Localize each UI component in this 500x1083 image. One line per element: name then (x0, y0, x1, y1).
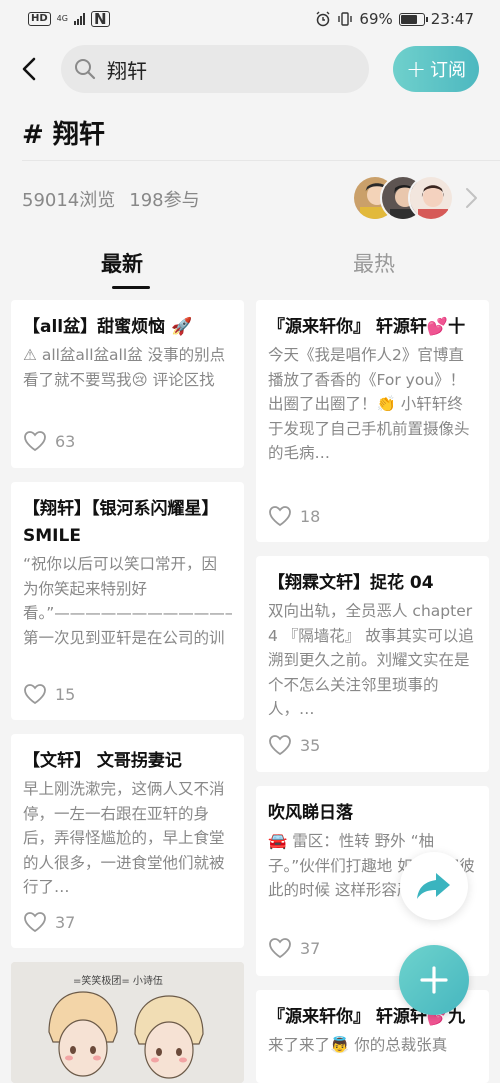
post-excerpt: 今天《我是唱作人2》官博直播放了香香的《For you》！出圈了出圈了！👏 小轩… (268, 346, 470, 462)
post-image-card[interactable]: =笑笑极团= 小诗伍 (11, 962, 244, 1083)
post-title: 【文轩】 文哥拐妻记 (23, 751, 182, 771)
post-card[interactable]: 『源来轩你』 轩源轩💕十 今天《我是唱作人2》官博直播放了香香的《For you… (256, 300, 489, 542)
heart-icon (24, 684, 46, 705)
tab-latest[interactable]: 最新 (101, 248, 143, 278)
topic-stats: 59014浏览 198参与 (22, 186, 200, 212)
like-count: 18 (300, 506, 321, 526)
chevron-right-icon[interactable] (462, 186, 480, 210)
post-excerpt: ⚠ all盆all盆all盆 没事的别点 看了就不要骂我😢 评论区找 (23, 346, 226, 389)
post-title: 【翔轩】【银河系闪耀星】SMILE (23, 499, 219, 546)
post-excerpt: 早上刚洗漱完，这俩人又不消停，一左一右跟在亚轩的身后，弄得怪尴尬的，早上食堂的人… (23, 780, 225, 896)
illustration-image: =笑笑极团= 小诗伍 (11, 962, 244, 1083)
illustration-caption: =笑笑极团= 小诗伍 (73, 974, 163, 987)
like-count: 15 (55, 684, 76, 704)
subscribe-button[interactable]: + 订阅 (393, 46, 479, 92)
like-count: 63 (55, 431, 76, 451)
post-excerpt: 双向出轨，全员恶人 chapter 4 『隔墙花』 故事其实可以追溯到更久之前。… (268, 602, 474, 718)
views-count: 59014浏览 (22, 190, 116, 211)
share-arrow-icon (417, 873, 450, 899)
plus-icon (420, 966, 448, 994)
top-bar: 翔轩 + 订阅 (0, 38, 500, 100)
signal-icon (73, 13, 85, 25)
search-icon (75, 59, 96, 80)
post-title: 『源来轩你』 轩源轩💕十 (268, 317, 466, 337)
network-type: 4G (56, 14, 68, 23)
heart-icon (269, 938, 291, 959)
post-card[interactable]: 【翔霖文轩】捉花 04 双向出轨，全员恶人 chapter 4 『隔墙花』 故事… (256, 556, 489, 772)
status-bar: HD 4G N 69% 23:47 (0, 0, 500, 38)
vibrate-icon (338, 12, 353, 26)
status-left: HD 4G N (28, 11, 110, 27)
hd-badge: HD (28, 12, 51, 26)
nfc-icon: N (90, 11, 110, 27)
like-button[interactable]: 15 (23, 683, 75, 705)
divider (22, 160, 500, 161)
post-title: 吹风睇日落 (268, 803, 353, 823)
heart-icon (24, 912, 46, 933)
search-box[interactable]: 翔轩 (61, 45, 369, 93)
plus-icon: + (405, 55, 427, 83)
like-button[interactable]: 35 (268, 734, 320, 756)
tab-bar: 最新 最热 (0, 242, 500, 292)
back-button[interactable] (16, 54, 44, 84)
post-title: 【翔霖文轩】捉花 04 (268, 573, 434, 593)
post-card[interactable]: 【翔轩】【银河系闪耀星】SMILE “祝你以后可以笑口常开，因为你笑起来特别好看… (11, 482, 244, 720)
avatar (408, 175, 454, 221)
subscribe-label: 订阅 (430, 60, 467, 81)
heart-icon (24, 431, 46, 452)
topic-title: # 翔轩 (22, 120, 105, 150)
like-button[interactable]: 18 (268, 505, 320, 527)
active-tab-indicator (112, 286, 150, 289)
participants-count: 198参与 (129, 190, 200, 211)
post-card[interactable]: 【all盆】甜蜜烦恼 🚀 ⚠ all盆all盆all盆 没事的别点 看了就不要骂… (11, 300, 244, 468)
post-card[interactable]: 【文轩】 文哥拐妻记 早上刚洗漱完，这俩人又不消停，一左一右跟在亚轩的身后，弄得… (11, 734, 244, 948)
like-count: 37 (300, 938, 321, 958)
network-indicator: 4G (57, 15, 68, 23)
participant-avatars[interactable] (352, 175, 454, 221)
heart-icon (269, 506, 291, 527)
post-excerpt: 来了来了👼 你的总裁张真 (268, 1036, 448, 1054)
like-button[interactable]: 63 (23, 430, 75, 452)
battery-percent: 69% (359, 10, 393, 28)
like-button[interactable]: 37 (23, 911, 75, 933)
search-query: 翔轩 (107, 58, 147, 83)
post-excerpt: “祝你以后可以笑口常开，因为你笑起来特别好看。”————————————————… (23, 555, 232, 647)
share-button[interactable] (400, 852, 468, 920)
tab-hot[interactable]: 最热 (353, 248, 395, 278)
clock: 23:47 (430, 10, 474, 28)
like-button[interactable]: 37 (268, 937, 320, 959)
create-post-button[interactable] (399, 945, 469, 1015)
status-right: 69% 23:47 (315, 10, 474, 28)
post-title: 【all盆】甜蜜烦恼 🚀 (23, 317, 193, 337)
like-count: 37 (55, 912, 76, 932)
like-count: 35 (300, 735, 321, 755)
chevron-left-icon (22, 57, 36, 81)
heart-icon (269, 735, 291, 756)
battery-icon (398, 12, 428, 26)
alarm-icon (316, 11, 330, 27)
